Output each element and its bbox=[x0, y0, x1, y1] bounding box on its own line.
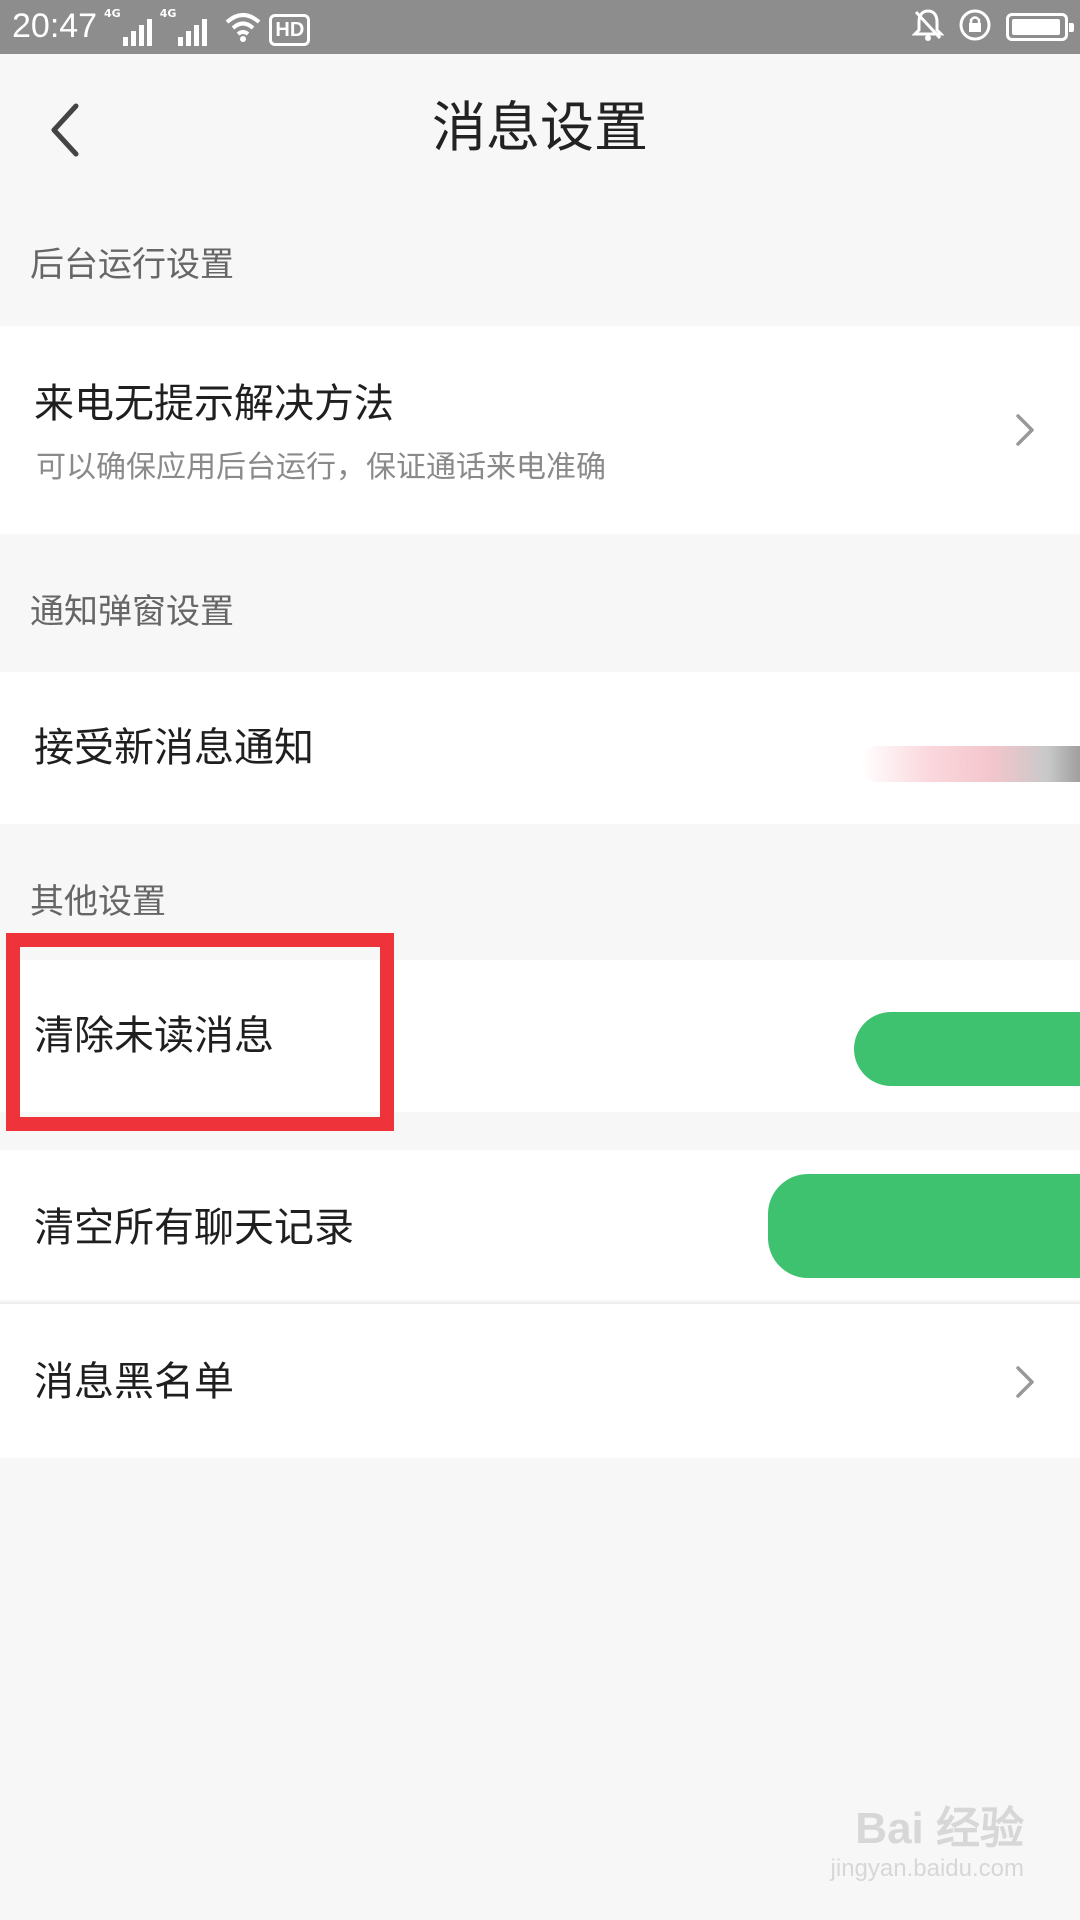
battery-icon bbox=[1006, 13, 1074, 41]
row-title: 接受新消息通知 bbox=[34, 725, 314, 771]
page-title: 消息设置 bbox=[432, 96, 648, 159]
row-title: 清除未读消息 bbox=[34, 1013, 274, 1059]
status-time: 20:47 bbox=[12, 7, 98, 45]
notification-toggle[interactable] bbox=[860, 746, 1080, 782]
chevron-right-icon bbox=[1016, 414, 1034, 446]
row-title: 来电无提示解决方法 bbox=[34, 381, 394, 427]
watermark-logo: Bai 经验 bbox=[855, 1804, 1024, 1853]
watermark-url: jingyan.baidu.com bbox=[830, 1855, 1024, 1882]
row-title: 清空所有聊天记录 bbox=[34, 1205, 354, 1251]
network-type-label-2: 4G bbox=[159, 7, 177, 20]
row-new-message-notification: 接受新消息通知 bbox=[0, 672, 1080, 824]
section-header-notification: 通知弹窗设置 bbox=[30, 592, 234, 632]
row-message-blacklist[interactable]: 消息黑名单 bbox=[0, 1304, 1080, 1458]
row-title: 消息黑名单 bbox=[34, 1359, 234, 1405]
hd-icon: HD bbox=[269, 14, 311, 46]
row-subtitle: 可以确保应用后台运行，保证通话来电准确 bbox=[36, 450, 606, 485]
mute-bell-icon bbox=[911, 8, 945, 46]
section-header-background: 后台运行设置 bbox=[30, 245, 234, 285]
chevron-right-icon bbox=[1016, 1366, 1034, 1398]
signal-icon bbox=[122, 18, 152, 46]
title-bar: 消息设置 bbox=[0, 54, 1080, 196]
row-clear-chat-history: 清空所有聊天记录 bbox=[0, 1150, 1080, 1300]
row-incoming-call-fix[interactable]: 来电无提示解决方法 可以确保应用后台运行，保证通话来电准确 bbox=[0, 326, 1080, 534]
status-left-icons: 4G 4G HD bbox=[104, 7, 311, 46]
signal-icon-2 bbox=[178, 18, 208, 46]
row-clear-unread: 清除未读消息 bbox=[0, 960, 1080, 1112]
wifi-icon bbox=[225, 12, 261, 46]
network-type-label: 4G bbox=[104, 7, 121, 20]
status-right-icons bbox=[911, 8, 1074, 46]
status-bar: 20:47 4G 4G HD bbox=[0, 0, 1080, 54]
section-header-other: 其他设置 bbox=[30, 882, 166, 922]
clear-history-button[interactable] bbox=[768, 1174, 1080, 1278]
rotation-lock-icon bbox=[958, 8, 992, 46]
watermark: Bai 经验 jingyan.baidu.com bbox=[831, 1804, 1024, 1884]
clear-unread-button[interactable] bbox=[854, 1012, 1080, 1086]
